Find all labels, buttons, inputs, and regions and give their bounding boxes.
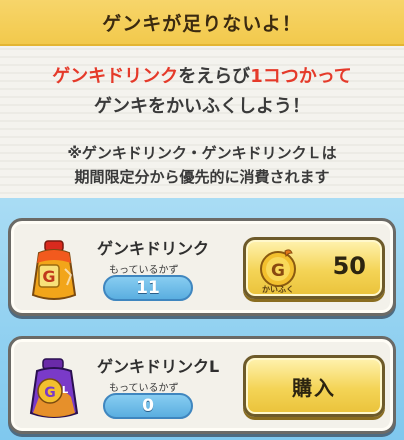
item-name-genki-drink-l: ゲンキドリンクL: [97, 357, 220, 376]
use-genki-drink-button[interactable]: G かいふく 50: [243, 237, 385, 299]
instruction-line-1: ゲンキドリンクをえらび1コつかって: [0, 62, 404, 88]
note-line-1: ※ゲンキドリンク・ゲンキドリンクＬは: [67, 144, 337, 162]
genki-drink-l-icon-sub: L: [62, 385, 69, 396]
instruction-use-one: 1コつかって: [250, 66, 352, 87]
buy-genki-drink-l-button[interactable]: 購入: [243, 355, 385, 417]
instruction-line-2: ゲンキをかいふくしよう！: [94, 96, 310, 117]
owned-count-label: もっているかず: [109, 383, 179, 394]
genki-drink-icon: G: [31, 240, 77, 300]
instruction-select-text: をえらび: [178, 66, 251, 87]
instruction-item-name: ゲンキドリンク: [52, 66, 179, 87]
item-card-genki-drink-l: G L ゲンキドリンクL もっているかず 0 購入: [8, 336, 396, 434]
genki-drink-icon-letter: G: [42, 267, 55, 286]
dialog-panel: ゲンキが足りないよ！ ゲンキドリンクをえらび1コつかって ゲンキをかいふくしよう…: [0, 0, 404, 440]
genki-coin-icon-letter: G: [271, 261, 285, 281]
owned-count-genki-drink: 11: [103, 275, 193, 301]
dialog-title: ゲンキが足りないよ！: [102, 12, 302, 35]
owned-count-label: もっているかず: [109, 265, 179, 276]
use-sub-label: かいふく: [262, 285, 294, 294]
use-cost-value: 50: [332, 252, 366, 280]
item-card-genki-drink: G ゲンキドリンク もっているかず 11 G かいふく 50: [8, 218, 396, 316]
genki-drink-l-icon-letter: G: [44, 385, 56, 401]
buy-button-label: 購入: [292, 375, 336, 400]
genki-coin-icon: G: [260, 249, 296, 287]
note-line-2: 期間限定分から優先的に消費されます: [74, 168, 330, 186]
owned-count-genki-drink-l: 0: [103, 393, 193, 419]
dialog-header: ゲンキが足りないよ！: [0, 0, 404, 46]
item-name-genki-drink: ゲンキドリンク: [97, 239, 210, 258]
genki-drink-l-icon: G L: [29, 358, 79, 418]
